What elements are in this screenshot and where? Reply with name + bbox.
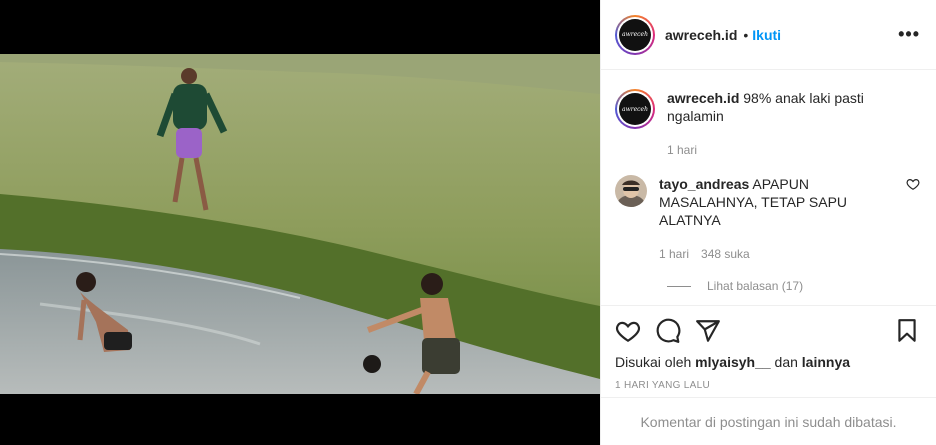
commenter-avatar-image <box>615 175 647 207</box>
post-photo[interactable] <box>0 54 600 394</box>
post-side-panel: awreceh awreceh.id • Ikuti ••• awreceh a… <box>600 0 936 445</box>
caption-username[interactable]: awreceh.id <box>667 90 739 106</box>
follow-button[interactable]: Ikuti <box>752 27 781 43</box>
heart-icon[interactable] <box>615 318 641 344</box>
caption-time: 1 hari <box>667 143 698 157</box>
post-header: awreceh awreceh.id • Ikuti ••• <box>601 0 936 70</box>
post-photo-image <box>0 54 600 394</box>
comment-icon[interactable] <box>655 318 681 344</box>
likes-summary: Disukai oleh mlyaisyh__ dan lainnya <box>615 354 920 370</box>
view-replies-label: Lihat balasan (17) <box>707 279 804 293</box>
likes-user[interactable]: mlyaisyh__ <box>695 354 771 370</box>
likes-prefix: Disukai oleh <box>615 354 692 370</box>
comment-username[interactable]: tayo_andreas <box>659 176 749 192</box>
view-replies-button[interactable]: Lihat balasan (17) <box>667 279 920 293</box>
comments-section: awreceh awreceh.id 98% anak laki pasti n… <box>601 71 936 305</box>
post-actions: Disukai oleh mlyaisyh__ dan lainnya 1 ha… <box>601 305 936 391</box>
avatar-logo: awreceh <box>619 93 651 125</box>
separator-dot: • <box>743 26 749 43</box>
comment-time: 1 hari <box>659 247 690 261</box>
replies-line <box>667 285 691 287</box>
comments-limited-notice: Komentar di postingan ini sudah dibatasi… <box>601 397 936 445</box>
author-avatar[interactable]: awreceh <box>615 14 655 55</box>
post-timestamp[interactable]: 1 hari yang lalu <box>615 380 920 391</box>
caption: awreceh awreceh.id 98% anak laki pasti n… <box>615 89 920 159</box>
likes-others[interactable]: lainnya <box>802 354 850 370</box>
likes-joiner: dan <box>774 354 798 370</box>
post-media <box>0 0 600 445</box>
comment-item: tayo_andreas APAPUN MASALAHNYA, TETAP SA… <box>615 175 920 263</box>
more-options-icon[interactable]: ••• <box>898 24 920 45</box>
caption-avatar[interactable]: awreceh <box>615 89 655 129</box>
comment-likes[interactable]: 348 suka <box>701 245 750 263</box>
commenter-avatar[interactable] <box>615 175 647 207</box>
avatar-logo: awreceh <box>619 18 651 51</box>
share-icon[interactable] <box>695 318 721 344</box>
bookmark-icon[interactable] <box>894 318 920 344</box>
comment-heart-icon[interactable] <box>906 177 920 191</box>
author-username[interactable]: awreceh.id <box>665 27 737 43</box>
